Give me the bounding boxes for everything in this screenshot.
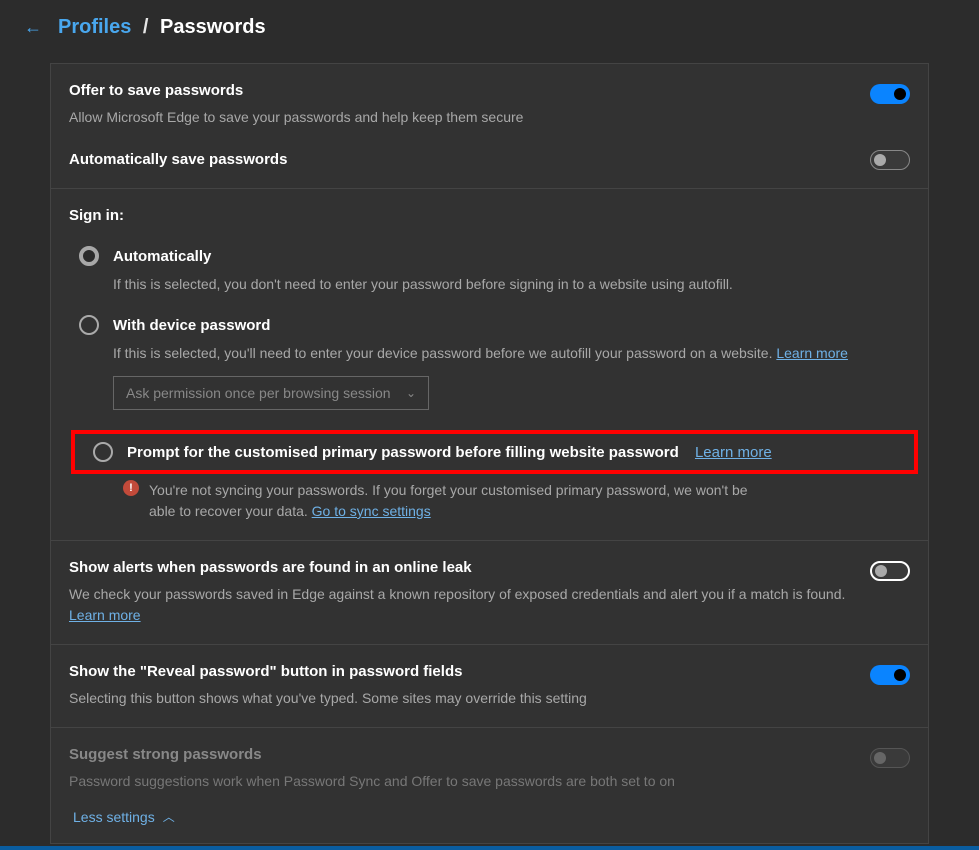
primary-password-learn-more-link[interactable]: Learn more (695, 444, 772, 461)
suggest-strong-title: Suggest strong passwords (69, 746, 850, 763)
breadcrumb-current: Passwords (160, 16, 266, 38)
autosave-title: Automatically save passwords (69, 151, 287, 168)
footer-progress-bar (0, 846, 979, 850)
less-settings-button[interactable]: Less settings︿ (69, 808, 175, 825)
section-signin: Sign in: Automatically If this is select… (51, 188, 928, 540)
offer-save-title: Offer to save passwords (69, 82, 850, 99)
primary-password-warning-text: You're not syncing your passwords. If yo… (149, 480, 759, 522)
suggest-strong-toggle (870, 748, 910, 768)
breadcrumb-parent-link[interactable]: Profiles (58, 16, 131, 38)
back-arrow-icon[interactable]: ← (24, 17, 42, 38)
page-header: ← Profiles / Passwords (0, 0, 979, 63)
go-to-sync-settings-link[interactable]: Go to sync settings (312, 503, 431, 519)
radio-device-password-label: With device password (113, 317, 270, 334)
radio-device-password[interactable] (79, 315, 99, 335)
breadcrumb-separator: / (137, 16, 154, 38)
leak-alerts-toggle[interactable] (870, 561, 910, 581)
section-leak-alerts: Show alerts when passwords are found in … (51, 540, 928, 644)
radio-item-automatically: Automatically If this is selected, you d… (79, 246, 910, 295)
radio-automatically[interactable] (79, 246, 99, 266)
offer-save-toggle[interactable] (870, 84, 910, 104)
reveal-password-toggle[interactable] (870, 665, 910, 685)
breadcrumb: Profiles / Passwords (58, 16, 266, 39)
chevron-up-icon: ︿ (163, 808, 175, 825)
suggest-strong-desc: Password suggestions work when Password … (69, 771, 850, 792)
section-reveal-password: Show the "Reveal password" button in pas… (51, 644, 928, 727)
radio-automatically-label: Automatically (113, 248, 211, 265)
radio-primary-password-label: Prompt for the customised primary passwo… (127, 444, 772, 461)
radio-device-password-desc: If this is selected, you'll need to ente… (113, 343, 910, 364)
section-offer-save: Offer to save passwords Allow Microsoft … (51, 64, 928, 188)
radio-automatically-desc: If this is selected, you don't need to e… (113, 274, 910, 295)
reveal-password-desc: Selecting this button shows what you've … (69, 688, 850, 709)
leak-alerts-title: Show alerts when passwords are found in … (69, 559, 850, 576)
section-suggest-strong: Suggest strong passwords Password sugges… (51, 727, 928, 843)
device-password-learn-more-link[interactable]: Learn more (776, 345, 848, 361)
radio-item-primary-password: Prompt for the customised primary passwo… (75, 442, 914, 462)
warning-icon: ! (123, 480, 139, 496)
leak-alerts-desc: We check your passwords saved in Edge ag… (69, 584, 850, 626)
chevron-down-icon: ⌄ (406, 386, 416, 400)
reveal-password-title: Show the "Reveal password" button in pas… (69, 663, 850, 680)
radio-item-device-password: With device password If this is selected… (79, 315, 910, 410)
signin-heading: Sign in: (69, 207, 910, 224)
autosave-toggle[interactable] (870, 150, 910, 170)
device-password-permission-dropdown[interactable]: Ask permission once per browsing session… (113, 376, 429, 410)
primary-password-warning: ! You're not syncing your passwords. If … (113, 480, 910, 522)
settings-panel: Offer to save passwords Allow Microsoft … (50, 63, 929, 844)
radio-primary-password[interactable] (93, 442, 113, 462)
dropdown-selected-value: Ask permission once per browsing session (126, 385, 391, 401)
offer-save-desc: Allow Microsoft Edge to save your passwo… (69, 107, 850, 128)
highlight-box: Prompt for the customised primary passwo… (71, 430, 918, 474)
leak-alerts-learn-more-link[interactable]: Learn more (69, 607, 141, 623)
